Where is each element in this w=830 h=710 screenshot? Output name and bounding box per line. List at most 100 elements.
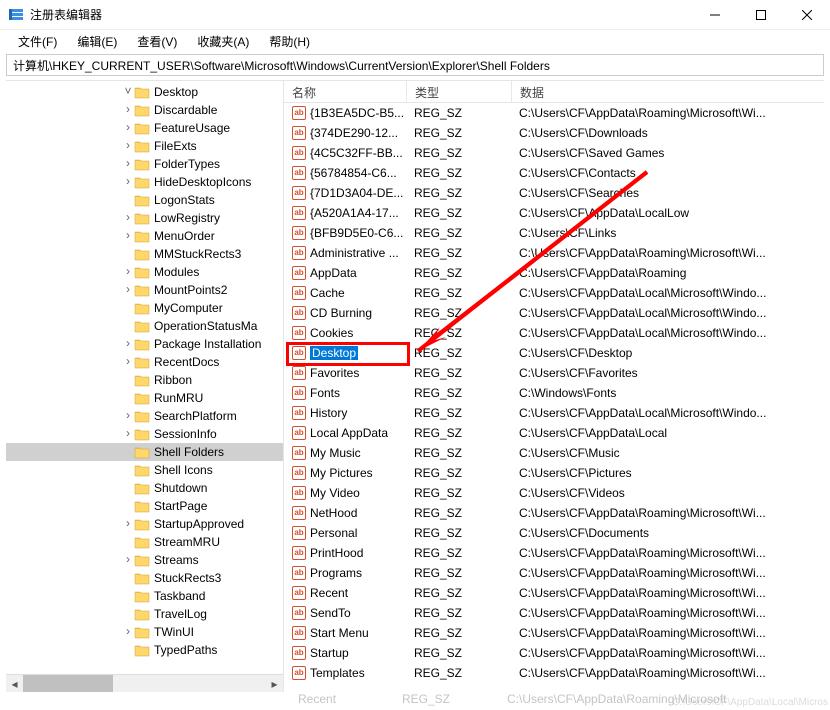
chevron-right-icon[interactable]: › — [122, 264, 134, 278]
tree-item[interactable]: ›SessionInfo — [6, 425, 283, 443]
value-row[interactable]: ab{4C5C32FF-BB...REG_SZC:\Users\CF\Saved… — [284, 143, 824, 163]
tree-item[interactable]: StreamMRU — [6, 533, 283, 551]
value-row[interactable]: abNetHoodREG_SZC:\Users\CF\AppData\Roami… — [284, 503, 824, 523]
tree-item[interactable]: ›MenuOrder — [6, 227, 283, 245]
value-row[interactable]: abMy MusicREG_SZC:\Users\CF\Music — [284, 443, 824, 463]
chevron-right-icon[interactable]: › — [122, 138, 134, 152]
tree-item[interactable]: ˅Desktop — [6, 83, 283, 101]
tree-item[interactable]: ›FileExts — [6, 137, 283, 155]
chevron-right-icon[interactable]: › — [122, 354, 134, 368]
value-row[interactable]: abMy PicturesREG_SZC:\Users\CF\Pictures — [284, 463, 824, 483]
chevron-right-icon[interactable]: › — [122, 336, 134, 350]
value-data: C:\Users\CF\AppData\LocalLow — [511, 206, 824, 220]
scroll-thumb[interactable] — [23, 675, 113, 692]
chevron-right-icon[interactable]: › — [122, 210, 134, 224]
chevron-right-icon[interactable]: › — [122, 552, 134, 566]
column-name-header[interactable]: 名称 — [284, 81, 406, 102]
tree-item[interactable]: Shutdown — [6, 479, 283, 497]
value-row[interactable]: abFavoritesREG_SZC:\Users\CF\Favorites — [284, 363, 824, 383]
value-row[interactable]: abSendToREG_SZC:\Users\CF\AppData\Roamin… — [284, 603, 824, 623]
tree-item[interactable]: StartPage — [6, 497, 283, 515]
value-row[interactable]: abFontsREG_SZC:\Windows\Fonts — [284, 383, 824, 403]
tree-item[interactable]: ›Discardable — [6, 101, 283, 119]
value-row[interactable]: abHistoryREG_SZC:\Users\CF\AppData\Local… — [284, 403, 824, 423]
tree-item[interactable]: LogonStats — [6, 191, 283, 209]
value-row[interactable]: abPrintHoodREG_SZC:\Users\CF\AppData\Roa… — [284, 543, 824, 563]
tree-item[interactable]: ›StartupApproved — [6, 515, 283, 533]
chevron-right-icon[interactable]: › — [122, 102, 134, 116]
menu-help[interactable]: 帮助(H) — [261, 31, 318, 52]
value-row[interactable]: abRecentREG_SZC:\Users\CF\AppData\Roamin… — [284, 583, 824, 603]
tree-item[interactable]: Ribbon — [6, 371, 283, 389]
tree-item[interactable]: Shell Icons — [6, 461, 283, 479]
tree-item[interactable]: ›Streams — [6, 551, 283, 569]
value-row[interactable]: abStart MenuREG_SZC:\Users\CF\AppData\Ro… — [284, 623, 824, 643]
chevron-right-icon[interactable]: › — [122, 516, 134, 530]
tree-item[interactable]: ›FeatureUsage — [6, 119, 283, 137]
chevron-right-icon[interactable]: › — [122, 624, 134, 638]
tree-item[interactable]: StuckRects3 — [6, 569, 283, 587]
tree-item[interactable]: ›LowRegistry — [6, 209, 283, 227]
value-row[interactable]: abProgramsREG_SZC:\Users\CF\AppData\Roam… — [284, 563, 824, 583]
value-row[interactable]: ab{7D1D3A04-DE...REG_SZC:\Users\CF\Searc… — [284, 183, 824, 203]
tree-horizontal-scrollbar[interactable]: ◂ ▸ — [6, 674, 283, 692]
tree-item[interactable]: › HideDesktopIcons — [6, 173, 283, 191]
value-row[interactable]: ab{BFB9D5E0-C6...REG_SZC:\Users\CF\Links — [284, 223, 824, 243]
tree-item[interactable]: MMStuckRects3 — [6, 245, 283, 263]
value-row[interactable]: ab{374DE290-12...REG_SZC:\Users\CF\Downl… — [284, 123, 824, 143]
column-data-header[interactable]: 数据 — [511, 81, 824, 102]
tree-item[interactable]: ›Modules — [6, 263, 283, 281]
chevron-right-icon[interactable]: › — [122, 282, 134, 296]
menu-edit[interactable]: 编辑(E) — [69, 31, 125, 52]
value-row[interactable]: abCD BurningREG_SZC:\Users\CF\AppData\Lo… — [284, 303, 824, 323]
chevron-right-icon[interactable]: › — [122, 120, 134, 134]
value-row[interactable]: abAppDataREG_SZC:\Users\CF\AppData\Roami… — [284, 263, 824, 283]
value-row[interactable]: ab{1B3EA5DC-B5...REG_SZC:\Users\CF\AppDa… — [284, 103, 824, 123]
tree-item[interactable]: RunMRU — [6, 389, 283, 407]
tree-item[interactable]: MyComputer — [6, 299, 283, 317]
menu-file[interactable]: 文件(F) — [10, 31, 65, 52]
chevron-right-icon[interactable]: › — [122, 228, 134, 242]
value-row[interactable]: abMy VideoREG_SZC:\Users\CF\Videos — [284, 483, 824, 503]
close-button[interactable] — [784, 0, 830, 30]
column-type-header[interactable]: 类型 — [406, 81, 511, 102]
tree-item[interactable]: TypedPaths — [6, 641, 283, 659]
menu-view[interactable]: 查看(V) — [129, 31, 185, 52]
column-headers: 名称 类型 数据 — [284, 81, 824, 103]
menu-favorites[interactable]: 收藏夹(A) — [189, 31, 257, 52]
chevron-right-icon[interactable]: › — [122, 408, 134, 422]
tree-item[interactable]: Shell Folders — [6, 443, 283, 461]
tree-item[interactable]: ›RecentDocs — [6, 353, 283, 371]
tree-item[interactable]: ›MountPoints2 — [6, 281, 283, 299]
tree-item[interactable]: ›SearchPlatform — [6, 407, 283, 425]
value-data: C:\Users\CF\AppData\Local — [511, 426, 824, 440]
value-row[interactable]: abPersonalREG_SZC:\Users\CF\Documents — [284, 523, 824, 543]
scroll-left-button[interactable]: ◂ — [6, 675, 23, 692]
maximize-button[interactable] — [738, 0, 784, 30]
tree-item[interactable]: ›FolderTypes — [6, 155, 283, 173]
tree-item[interactable]: TravelLog — [6, 605, 283, 623]
value-row[interactable]: abCookiesREG_SZC:\Users\CF\AppData\Local… — [284, 323, 824, 343]
address-bar[interactable]: 计算机\HKEY_CURRENT_USER\Software\Microsoft… — [6, 54, 824, 76]
value-row[interactable]: ab{56784854-C6...REG_SZC:\Users\CF\Conta… — [284, 163, 824, 183]
tree-item[interactable]: ›TWinUI — [6, 623, 283, 641]
chevron-right-icon[interactable]: › — [122, 174, 134, 188]
value-row[interactable]: abAdministrative ...REG_SZC:\Users\CF\Ap… — [284, 243, 824, 263]
value-row[interactable]: abDesktopREG_SZC:\Users\CF\Desktop — [284, 343, 824, 363]
values-pane[interactable]: 名称 类型 数据 ab{1B3EA5DC-B5...REG_SZC:\Users… — [284, 81, 824, 692]
tree-item[interactable]: Taskband — [6, 587, 283, 605]
chevron-right-icon[interactable]: › — [122, 156, 134, 170]
value-row[interactable]: abCacheREG_SZC:\Users\CF\AppData\Local\M… — [284, 283, 824, 303]
tree-item[interactable]: ›Package Installation — [6, 335, 283, 353]
scroll-track[interactable] — [23, 675, 266, 692]
chevron-right-icon[interactable]: › — [122, 426, 134, 440]
tree-pane[interactable]: ˅Desktop›Discardable›FeatureUsage›FileEx… — [6, 81, 284, 692]
minimize-button[interactable] — [692, 0, 738, 30]
tree-item-label: HideDesktopIcons — [154, 175, 251, 189]
tree-item[interactable]: OperationStatusMa — [6, 317, 283, 335]
value-row[interactable]: ab{A520A1A4-17...REG_SZC:\Users\CF\AppDa… — [284, 203, 824, 223]
value-row[interactable]: abLocal AppDataREG_SZC:\Users\CF\AppData… — [284, 423, 824, 443]
value-row[interactable]: abTemplatesREG_SZC:\Users\CF\AppData\Roa… — [284, 663, 824, 683]
chevron-down-icon[interactable]: ˅ — [122, 84, 134, 98]
value-row[interactable]: abStartupREG_SZC:\Users\CF\AppData\Roami… — [284, 643, 824, 663]
